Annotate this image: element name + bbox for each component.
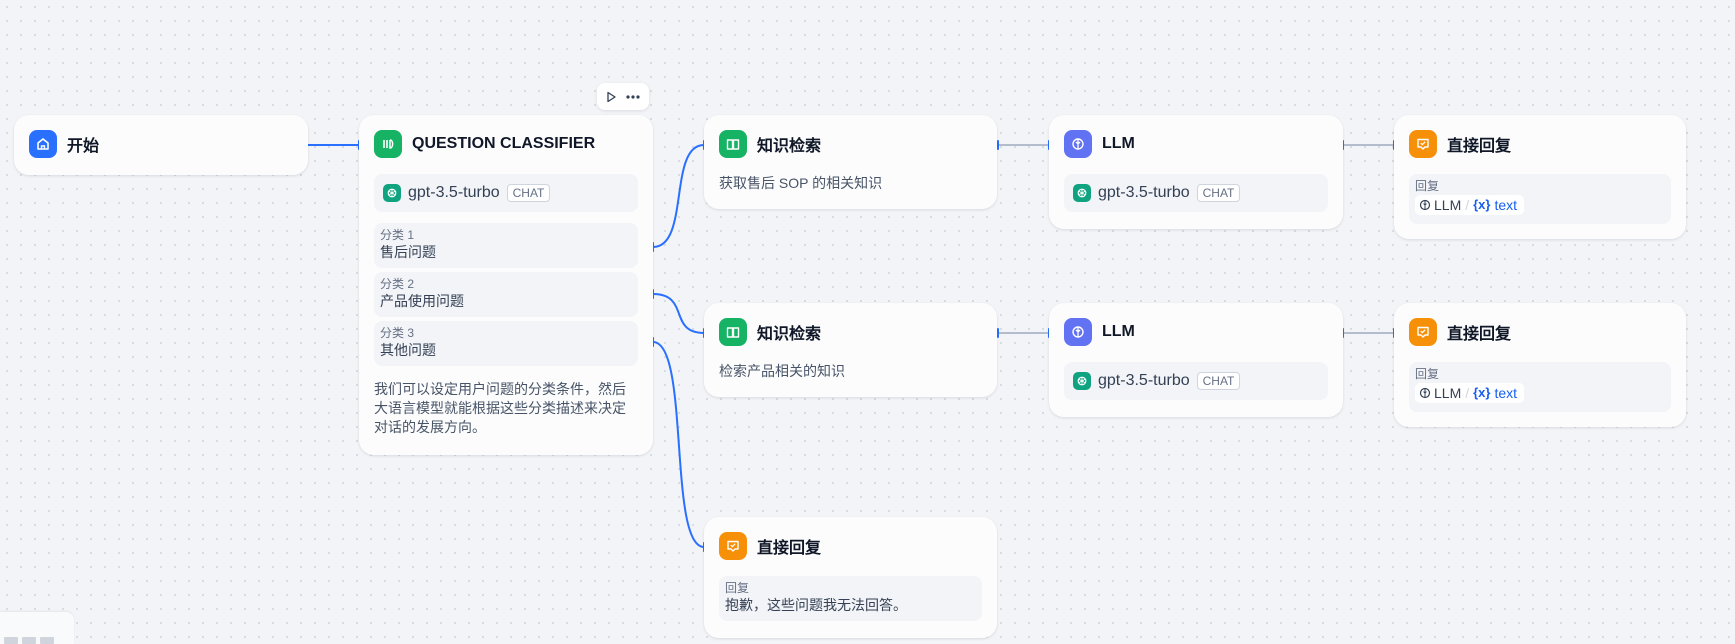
answer-icon bbox=[1409, 130, 1437, 158]
minimap[interactable] bbox=[0, 612, 74, 644]
knowledge-retrieval-node-1[interactable]: 知识检索 获取售后 SOP 的相关知识 bbox=[704, 115, 997, 209]
node-title: 知识检索 bbox=[757, 326, 822, 343]
node-description: 检索产品相关的知识 bbox=[719, 363, 845, 379]
variable-node-name: LLM bbox=[1434, 385, 1462, 401]
answer-node-2[interactable]: 直接回复 回复 LLM / {x} text bbox=[1394, 303, 1686, 427]
classifier-icon bbox=[374, 130, 402, 158]
minimap-node bbox=[4, 637, 18, 644]
reply-label: 回复 bbox=[1415, 179, 1440, 193]
minimap-node bbox=[40, 637, 54, 644]
variable-separator: / bbox=[1465, 385, 1470, 401]
llm-icon bbox=[1064, 318, 1092, 346]
llm-small-icon bbox=[1419, 199, 1431, 211]
variable-chip[interactable]: LLM / {x} text bbox=[1415, 195, 1525, 215]
node-title: 直接回复 bbox=[1447, 326, 1512, 343]
reply-text: 抱歉，这些问题我无法回答。 bbox=[725, 597, 907, 613]
variable-icon: {x} bbox=[1473, 385, 1491, 400]
node-title: LLM bbox=[1102, 135, 1135, 152]
node-title: 开始 bbox=[67, 138, 100, 155]
reply-box: 回复 抱歉，这些问题我无法回答。 bbox=[719, 576, 982, 621]
edge-class1-knowledge1[interactable] bbox=[652, 144, 705, 248]
llm-small-icon bbox=[1419, 387, 1431, 399]
model-mode-badge: CHAT bbox=[1196, 184, 1241, 202]
node-header: 直接回复 bbox=[1409, 318, 1511, 346]
llm-icon bbox=[1064, 130, 1092, 158]
class-value: 其他问题 bbox=[380, 342, 436, 358]
llm-node-1[interactable]: LLM gpt-3.5-turbo CHAT bbox=[1049, 115, 1343, 229]
node-title: LLM bbox=[1102, 323, 1135, 340]
question-classifier-node[interactable]: QUESTION CLASSIFIER gpt-3.5-turbo CHAT 分… bbox=[359, 115, 653, 455]
model-mode-badge: CHAT bbox=[1196, 372, 1241, 390]
home-icon bbox=[29, 130, 57, 158]
node-header: 知识检索 bbox=[719, 318, 821, 346]
node-description: 我们可以设定用户问题的分类条件，然后大语言模型就能根据这些分类描述来决定对话的发… bbox=[374, 381, 626, 435]
play-icon[interactable] bbox=[605, 91, 617, 103]
variable-separator: / bbox=[1465, 197, 1470, 213]
variable-chip[interactable]: LLM / {x} text bbox=[1415, 383, 1525, 403]
model-name: gpt-3.5-turbo bbox=[1098, 184, 1190, 201]
node-header: QUESTION CLASSIFIER bbox=[374, 130, 595, 158]
node-header: LLM bbox=[1064, 318, 1135, 346]
edge-class2-knowledge2[interactable] bbox=[652, 293, 705, 334]
variable-name: text bbox=[1494, 385, 1518, 401]
edge-class3-answer3[interactable] bbox=[652, 341, 705, 548]
node-title: 知识检索 bbox=[757, 138, 822, 155]
knowledge-retrieval-node-2[interactable]: 知识检索 检索产品相关的知识 bbox=[704, 303, 997, 397]
node-header: 开始 bbox=[29, 130, 99, 158]
node-toolbar bbox=[597, 83, 649, 110]
node-header: 直接回复 bbox=[719, 532, 821, 560]
node-title: 直接回复 bbox=[1447, 138, 1512, 155]
node-header: LLM bbox=[1064, 130, 1135, 158]
answer-node-3[interactable]: 直接回复 回复 抱歉，这些问题我无法回答。 bbox=[704, 517, 997, 638]
answer-node-1[interactable]: 直接回复 回复 LLM / {x} text bbox=[1394, 115, 1686, 239]
node-description: 获取售后 SOP 的相关知识 bbox=[719, 175, 883, 191]
answer-icon bbox=[719, 532, 747, 560]
reply-box: 回复 LLM / {x} text bbox=[1409, 362, 1671, 412]
class-value: 售后问题 bbox=[380, 244, 436, 260]
book-icon bbox=[719, 318, 747, 346]
start-node[interactable]: 开始 bbox=[14, 115, 308, 175]
reply-label: 回复 bbox=[1415, 367, 1440, 381]
model-selector[interactable]: gpt-3.5-turbo CHAT bbox=[374, 174, 638, 212]
class-item-1[interactable]: 分类 1 售后问题 bbox=[374, 223, 638, 268]
llm-node-2[interactable]: LLM gpt-3.5-turbo CHAT bbox=[1049, 303, 1343, 417]
more-icon[interactable] bbox=[625, 91, 641, 103]
reply-label: 回复 bbox=[725, 581, 750, 595]
model-name: gpt-3.5-turbo bbox=[408, 184, 500, 201]
class-item-2[interactable]: 分类 2 产品使用问题 bbox=[374, 272, 638, 317]
class-label: 分类 1 bbox=[380, 228, 415, 242]
model-selector[interactable]: gpt-3.5-turbo CHAT bbox=[1064, 174, 1328, 212]
openai-icon bbox=[1073, 184, 1091, 202]
knowledge2-source-handle[interactable] bbox=[997, 328, 999, 338]
node-header: 知识检索 bbox=[719, 130, 821, 158]
variable-node-name: LLM bbox=[1434, 197, 1462, 213]
node-header: 直接回复 bbox=[1409, 130, 1511, 158]
model-name: gpt-3.5-turbo bbox=[1098, 372, 1190, 389]
class-item-3[interactable]: 分类 3 其他问题 bbox=[374, 321, 638, 366]
answer-icon bbox=[1409, 318, 1437, 346]
class-value: 产品使用问题 bbox=[380, 293, 464, 309]
book-icon bbox=[719, 130, 747, 158]
class-label: 分类 3 bbox=[380, 326, 415, 340]
openai-icon bbox=[383, 184, 401, 202]
minimap-node bbox=[22, 637, 36, 644]
model-selector[interactable]: gpt-3.5-turbo CHAT bbox=[1064, 362, 1328, 400]
node-title: QUESTION CLASSIFIER bbox=[412, 135, 596, 152]
reply-box: 回复 LLM / {x} text bbox=[1409, 174, 1671, 224]
openai-icon bbox=[1073, 372, 1091, 390]
variable-icon: {x} bbox=[1473, 197, 1491, 212]
class-label: 分类 2 bbox=[380, 277, 415, 291]
model-mode-badge: CHAT bbox=[506, 184, 551, 202]
knowledge1-source-handle[interactable] bbox=[997, 140, 999, 150]
variable-name: text bbox=[1494, 197, 1518, 213]
node-title: 直接回复 bbox=[757, 540, 822, 557]
